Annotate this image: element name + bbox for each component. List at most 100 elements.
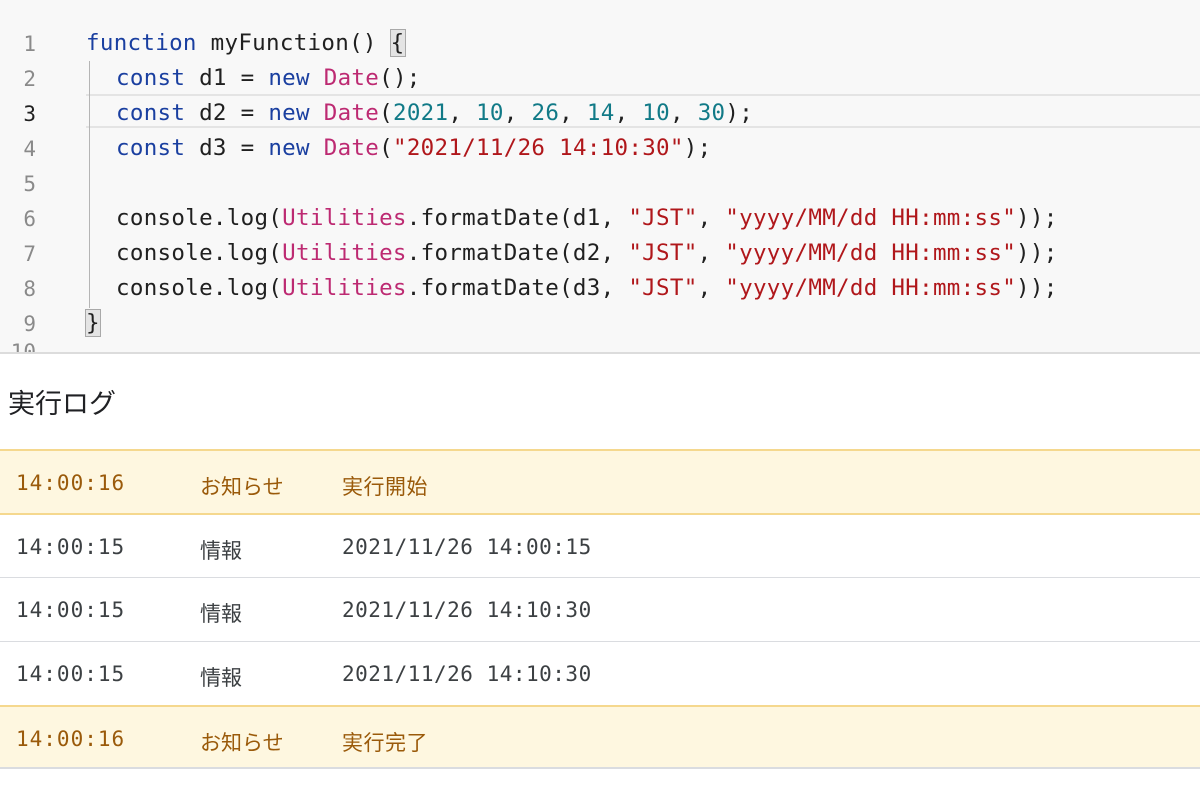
code-text[interactable]: } [86, 310, 100, 336]
code-token: , [698, 205, 726, 231]
line-number: 2 [0, 67, 36, 91]
log-time: 14:00:16 [16, 471, 125, 495]
line-number: 5 [0, 172, 36, 196]
number-token: 10 [476, 100, 504, 126]
log-table: 14:00:16 お知らせ 実行開始 14:00:15 情報 2021/11/2… [0, 449, 1200, 769]
code-token: )); [1016, 240, 1058, 266]
code-text[interactable]: console.log(Utilities.formatDate(d2, "JS… [116, 240, 1058, 266]
code-token: d2 = [185, 100, 268, 126]
code-token: .formatDate(d2, [407, 240, 629, 266]
log-message: 実行開始 [342, 471, 428, 501]
code-token: , [504, 100, 532, 126]
code-line-9[interactable]: 9 } [0, 305, 1200, 340]
string-token: "yyyy/MM/dd HH:mm:ss" [725, 275, 1016, 301]
code-token: , [670, 100, 698, 126]
line-number-cutoff: 10 [0, 340, 36, 354]
keyword-token: const [116, 135, 185, 161]
code-line-2[interactable]: 2 const d1 = new Date(); [0, 60, 1200, 95]
code-token: console.log( [116, 275, 282, 301]
string-token: "JST" [628, 275, 697, 301]
number-token: 14 [587, 100, 615, 126]
line-number: 1 [0, 32, 36, 56]
code-text[interactable]: function myFunction() { [86, 30, 405, 56]
line-number: 8 [0, 277, 36, 301]
log-level: お知らせ [200, 727, 284, 757]
code-line-7[interactable]: 7 console.log(Utilities.formatDate(d2, "… [0, 235, 1200, 270]
keyword-token: new [268, 65, 310, 91]
code-token: , [559, 100, 587, 126]
keyword-token: function [86, 30, 197, 56]
code-token: myFunction() [197, 30, 391, 56]
class-token: Date [324, 65, 379, 91]
code-token: , [698, 275, 726, 301]
keyword-token: const [116, 100, 185, 126]
code-token: ( [379, 135, 393, 161]
class-token: Utilities [282, 275, 407, 301]
code-token: , [615, 100, 643, 126]
log-level: 情報 [200, 535, 242, 565]
number-token: 2021 [393, 100, 448, 126]
string-token: "2021/11/26 14:10:30" [393, 135, 684, 161]
class-token: Utilities [282, 240, 407, 266]
class-token: Date [324, 100, 379, 126]
log-time: 14:00:15 [16, 662, 125, 686]
log-row: 14:00:15 情報 2021/11/26 14:10:30 [0, 641, 1200, 705]
code-text[interactable]: console.log(Utilities.formatDate(d3, "JS… [116, 275, 1058, 301]
line-number: 3 [0, 102, 36, 126]
code-line-8[interactable]: 8 console.log(Utilities.formatDate(d3, "… [0, 270, 1200, 305]
string-token: "yyyy/MM/dd HH:mm:ss" [725, 205, 1016, 231]
code-text[interactable]: const d1 = new Date(); [116, 65, 421, 91]
code-token: )); [1016, 275, 1058, 301]
code-token: (); [379, 65, 421, 91]
code-text[interactable]: const d2 = new Date(2021, 10, 26, 14, 10… [116, 100, 753, 126]
code-token: )); [1016, 205, 1058, 231]
log-level: お知らせ [200, 471, 284, 501]
code-token: ); [684, 135, 712, 161]
code-line-4[interactable]: 4 const d3 = new Date("2021/11/26 14:10:… [0, 130, 1200, 165]
code-line-3[interactable]: 3 const d2 = new Date(2021, 10, 26, 14, … [0, 95, 1200, 130]
code-text[interactable]: const d3 = new Date("2021/11/26 14:10:30… [116, 135, 711, 161]
code-token: ( [379, 100, 393, 126]
number-token: 26 [531, 100, 559, 126]
log-row: 14:00:16 お知らせ 実行完了 [0, 705, 1200, 769]
log-time: 14:00:15 [16, 598, 125, 622]
keyword-token: new [268, 100, 310, 126]
log-level: 情報 [200, 662, 242, 692]
class-token: Date [324, 135, 379, 161]
class-token: Utilities [282, 205, 407, 231]
log-message: 2021/11/26 14:10:30 [342, 598, 592, 622]
code-token: d3 = [185, 135, 268, 161]
log-row: 14:00:15 情報 2021/11/26 14:10:30 [0, 577, 1200, 641]
code-token: d1 = [185, 65, 268, 91]
line-number: 4 [0, 137, 36, 161]
code-token: , [448, 100, 476, 126]
code-line-6[interactable]: 6 console.log(Utilities.formatDate(d1, "… [0, 200, 1200, 235]
code-line-5[interactable]: 5 [0, 165, 1200, 200]
line-number: 9 [0, 312, 36, 336]
log-message: 2021/11/26 14:00:15 [342, 535, 592, 559]
number-token: 10 [642, 100, 670, 126]
code-token: .formatDate(d3, [407, 275, 629, 301]
log-level: 情報 [200, 598, 242, 628]
log-message: 実行完了 [342, 727, 428, 757]
keyword-token: new [268, 135, 310, 161]
number-token: 30 [698, 100, 726, 126]
log-row: 14:00:15 情報 2021/11/26 14:00:15 [0, 513, 1200, 577]
code-text[interactable]: console.log(Utilities.formatDate(d1, "JS… [116, 205, 1058, 231]
line-number: 6 [0, 207, 36, 231]
line-number: 7 [0, 242, 36, 266]
code-token: console.log( [116, 240, 282, 266]
code-editor[interactable]: 1 function myFunction() { 2 const d1 = n… [0, 0, 1200, 354]
matched-brace: } [86, 310, 100, 336]
keyword-token: const [116, 65, 185, 91]
string-token: "JST" [628, 205, 697, 231]
code-line-1[interactable]: 1 function myFunction() { [0, 25, 1200, 60]
code-token: , [698, 240, 726, 266]
string-token: "yyyy/MM/dd HH:mm:ss" [725, 240, 1016, 266]
matched-brace: { [391, 30, 405, 56]
code-token: .formatDate(d1, [407, 205, 629, 231]
log-message: 2021/11/26 14:10:30 [342, 662, 592, 686]
code-token: ); [725, 100, 753, 126]
log-row: 14:00:16 お知らせ 実行開始 [0, 449, 1200, 513]
string-token: "JST" [628, 240, 697, 266]
